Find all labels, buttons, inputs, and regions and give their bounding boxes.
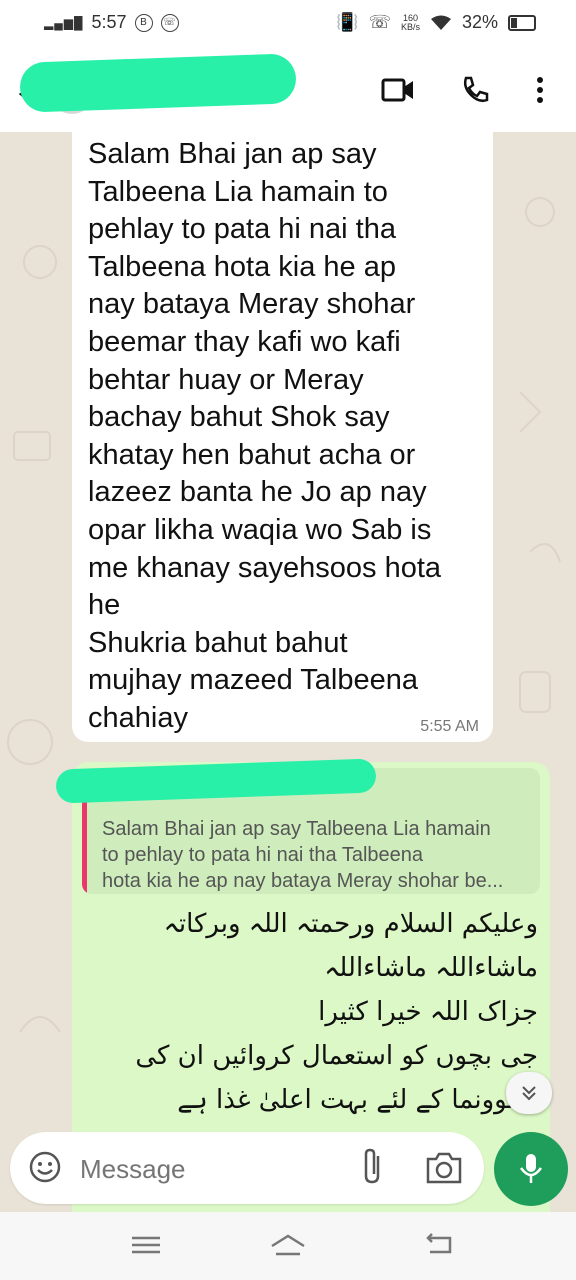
status-time: 5:57 (91, 12, 127, 32)
incoming-message-text: Salam Bhai jan ap say Talbeena Lia hamai… (88, 138, 442, 734)
outgoing-message-text: وعلیکم السلام ورحمتہ اللہ وبرکاتہ ماشاءا… (135, 909, 538, 1115)
signal-icon: ▂▄▆█ (44, 15, 84, 30)
network-speed-unit: KB/s (400, 21, 420, 32)
incoming-message[interactable]: Salam Bhai jan ap say Talbeena Lia hamai… (72, 132, 493, 742)
status-bar: ▂▄▆█ 5:57 B ☏ 📳 ☏ 160 KB/s 32% (0, 0, 576, 48)
redacted-contact-name[interactable] (19, 53, 297, 113)
wifi-icon (430, 15, 451, 30)
notification-b-icon: B (134, 13, 153, 32)
battery-level (511, 17, 518, 28)
paperclip-icon[interactable] (356, 1148, 390, 1186)
home-icon[interactable] (268, 1230, 308, 1260)
menu-icon[interactable] (126, 1230, 166, 1260)
battery-icon (508, 14, 536, 31)
network-speed: 160 KB/s (400, 13, 420, 32)
chat-area[interactable]: Salam Bhai jan ap say Talbeena Lia hamai… (0, 132, 576, 1212)
whatsapp-notification-icon: ☏ (160, 13, 179, 32)
message-composer (10, 1132, 484, 1204)
emoji-icon[interactable] (28, 1150, 62, 1184)
back-icon[interactable] (420, 1230, 460, 1260)
scroll-down-button[interactable] (506, 1072, 552, 1114)
message-time: 5:55 AM (420, 718, 479, 735)
message-input[interactable] (78, 1150, 342, 1188)
microphone-button[interactable] (494, 1132, 568, 1206)
quoted-text: Salam Bhai jan ap say Talbeena Lia hamai… (102, 818, 504, 892)
wifi-call-icon: ☏ (368, 12, 391, 32)
vibrate-icon: 📳 (336, 12, 359, 32)
status-left: ▂▄▆█ 5:57 B ☏ (44, 12, 179, 33)
status-right: 📳 ☏ 160 KB/s 32% (336, 12, 536, 33)
phone-icon[interactable] (454, 70, 494, 110)
battery-percent: 32% (461, 12, 498, 32)
double-chevron-down-icon (522, 1086, 536, 1101)
microphone-icon (519, 1154, 543, 1183)
more-vertical-icon[interactable] (520, 70, 560, 110)
camera-icon[interactable] (424, 1150, 464, 1186)
system-nav-bar (0, 1212, 576, 1280)
video-call-icon[interactable] (378, 70, 418, 110)
